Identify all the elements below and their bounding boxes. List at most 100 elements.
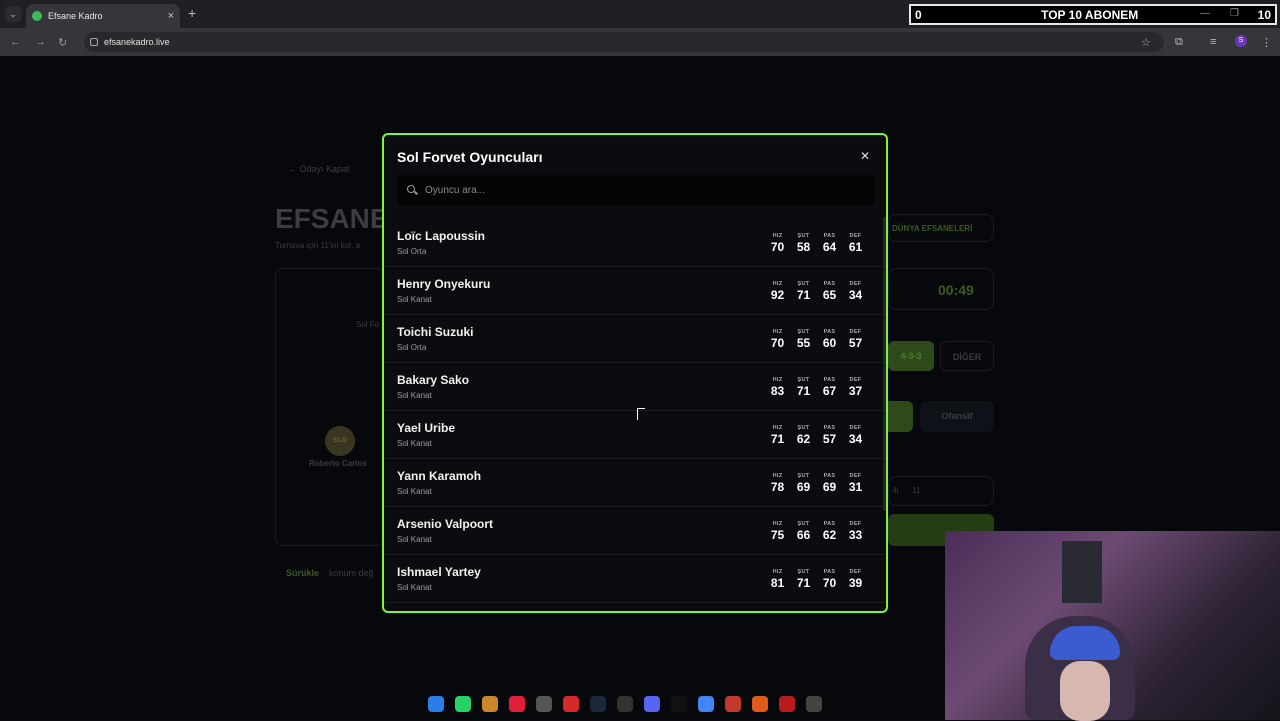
player-position: Sol Kanat bbox=[397, 535, 432, 544]
stat-value: 37 bbox=[848, 384, 863, 398]
page-title: EFSANE bbox=[275, 203, 389, 234]
stat-def: DEF 61 bbox=[845, 233, 866, 254]
player-name: Toichi Suzuki bbox=[397, 325, 474, 339]
stat-label: PAS bbox=[823, 521, 836, 527]
search-input[interactable]: Oyuncu ara... bbox=[397, 175, 875, 205]
stat-label: HIZ bbox=[772, 521, 783, 527]
count-box bbox=[888, 476, 994, 506]
close-icon[interactable]: ✕ bbox=[860, 149, 870, 163]
stat-pas: PAS 64 bbox=[819, 233, 840, 254]
new-tab-icon[interactable]: + bbox=[188, 5, 196, 21]
player-stats: HIZ 70 ŞUT 55 PAS 60 DEF 57 bbox=[767, 329, 866, 350]
player-row[interactable]: Ishmael Yartey Sol Kanat HIZ 81 ŞUT 71 PAS 70 DE… bbox=[384, 555, 884, 603]
tab-search-icon[interactable]: ⌄ bbox=[5, 6, 21, 22]
stat-value: 34 bbox=[848, 288, 863, 302]
stat-value: 71 bbox=[796, 288, 811, 302]
windows-icon[interactable] bbox=[428, 696, 444, 712]
count-value: 11 bbox=[912, 486, 921, 495]
stat-label: PAS bbox=[823, 377, 836, 383]
player-row[interactable]: Yann Karamoh Sol Kanat HIZ 78 ŞUT 69 PAS 69 DEF 3… bbox=[384, 459, 884, 507]
player-badge[interactable]: SLG bbox=[325, 426, 355, 456]
stat-şut: ŞUT 58 bbox=[793, 233, 814, 254]
modal-title: Sol Forvet Oyuncuları bbox=[397, 149, 543, 165]
chrome-icon[interactable] bbox=[698, 696, 714, 712]
browser-tab[interactable]: Efsane Kadro × bbox=[26, 4, 180, 28]
wall-poster bbox=[1062, 541, 1102, 603]
player-stats: HIZ 70 ŞUT 58 PAS 64 DEF 61 bbox=[767, 233, 866, 254]
stat-label: DEF bbox=[849, 425, 862, 431]
whatsapp-icon[interactable] bbox=[455, 696, 471, 712]
search-icon bbox=[407, 185, 415, 193]
reload-icon[interactable]: ↻ bbox=[58, 36, 67, 49]
stat-label: HIZ bbox=[772, 233, 783, 239]
player-row[interactable]: Henry Onyekuru Sol Kanat HIZ 92 ŞUT 71 PAS 65 DE… bbox=[384, 267, 884, 315]
formation-button[interactable]: 4-3-3 bbox=[888, 341, 934, 371]
back-icon[interactable]: ← bbox=[10, 36, 21, 48]
player-stats: HIZ 92 ŞUT 71 PAS 65 DEF 34 bbox=[767, 281, 866, 302]
menu-kebab-icon[interactable]: ⋮ bbox=[1261, 36, 1272, 49]
tab-close-icon[interactable]: × bbox=[168, 10, 174, 22]
tactic-active-button[interactable] bbox=[888, 401, 913, 432]
stat-def: DEF 37 bbox=[845, 377, 866, 398]
forward-icon[interactable]: → bbox=[35, 36, 46, 48]
opera-icon[interactable] bbox=[509, 696, 525, 712]
stat-value: 69 bbox=[796, 480, 811, 494]
app-icon[interactable] bbox=[725, 696, 741, 712]
app-icon[interactable] bbox=[779, 696, 795, 712]
hint-text: konum değ bbox=[329, 568, 374, 578]
stat-def: DEF 33 bbox=[845, 521, 866, 542]
stat-value: 34 bbox=[848, 432, 863, 446]
stat-value: 71 bbox=[796, 384, 811, 398]
stat-value: 39 bbox=[848, 576, 863, 590]
terminal-icon[interactable] bbox=[806, 696, 822, 712]
stat-pas: PAS 57 bbox=[819, 425, 840, 446]
player-name: Yann Karamoh bbox=[397, 469, 482, 483]
streamer-hair bbox=[1050, 626, 1120, 660]
site-favicon-icon bbox=[32, 11, 42, 21]
stat-şut: ŞUT 62 bbox=[793, 425, 814, 446]
webcam-feed bbox=[945, 531, 1280, 721]
folder-icon[interactable] bbox=[482, 696, 498, 712]
discord-icon[interactable] bbox=[644, 696, 660, 712]
scrollbar[interactable] bbox=[883, 217, 886, 511]
stat-label: PAS bbox=[823, 425, 836, 431]
stat-label: ŞUT bbox=[797, 281, 810, 287]
stat-label: DEF bbox=[849, 281, 862, 287]
media-icon[interactable]: ≡ bbox=[1210, 36, 1216, 48]
stat-label: HIZ bbox=[772, 569, 783, 575]
stat-pas: PAS 65 bbox=[819, 281, 840, 302]
player-row[interactable]: Arsenio Valpoort Sol Kanat HIZ 75 ŞUT 66 PAS 62… bbox=[384, 507, 884, 555]
stat-label: PAS bbox=[823, 281, 836, 287]
offensive-button[interactable]: Ofansif bbox=[920, 401, 994, 432]
other-formation-button[interactable]: DİĞER bbox=[940, 341, 994, 371]
steam-icon[interactable] bbox=[590, 696, 606, 712]
stat-label: DEF bbox=[849, 521, 862, 527]
site-info-icon[interactable] bbox=[90, 38, 98, 46]
player-row[interactable]: Loïc Lapoussin Sol Orta HIZ 70 ŞUT 58 PAS 64 DEF… bbox=[384, 219, 884, 267]
tiktok-icon[interactable] bbox=[671, 696, 687, 712]
shield-icon[interactable] bbox=[752, 696, 768, 712]
stat-label: DEF bbox=[849, 473, 862, 479]
app-icon[interactable] bbox=[563, 696, 579, 712]
minimize-icon[interactable]: — bbox=[1200, 8, 1210, 19]
close-room-link[interactable]: ← Odayı Kapat bbox=[288, 164, 350, 174]
address-bar[interactable]: efsanekadro.live bbox=[84, 32, 1164, 52]
player-row[interactable]: Bakary Sako Sol Kanat HIZ 83 ŞUT 71 PAS 67 DEF 37 bbox=[384, 363, 884, 411]
stat-label: ŞUT bbox=[797, 521, 810, 527]
stat-pas: PAS 67 bbox=[819, 377, 840, 398]
stat-label: ŞUT bbox=[797, 569, 810, 575]
player-row[interactable]: Yael Uribe Sol Kanat HIZ 71 ŞUT 62 PAS 57 DEF 34 bbox=[384, 411, 884, 459]
profile-avatar[interactable]: S bbox=[1235, 35, 1247, 47]
extensions-icon[interactable]: ⧉ bbox=[1175, 36, 1183, 49]
stat-hiz: HIZ 70 bbox=[767, 233, 788, 254]
epic-icon[interactable] bbox=[617, 696, 633, 712]
stat-şut: ŞUT 71 bbox=[793, 377, 814, 398]
restore-icon[interactable]: ❐ bbox=[1230, 8, 1239, 19]
tab-title: Efsane Kadro bbox=[48, 11, 103, 21]
obs-icon[interactable] bbox=[536, 696, 552, 712]
stat-value: 57 bbox=[848, 336, 863, 350]
player-row[interactable]: Toichi Suzuki Sol Orta HIZ 70 ŞUT 55 PAS 60 DEF 5… bbox=[384, 315, 884, 363]
player-list[interactable]: Loïc Lapoussin Sol Orta HIZ 70 ŞUT 58 PAS 64 DEF… bbox=[384, 219, 886, 611]
bookmark-star-icon[interactable]: ☆ bbox=[1141, 36, 1151, 49]
stat-def: DEF 34 bbox=[845, 281, 866, 302]
